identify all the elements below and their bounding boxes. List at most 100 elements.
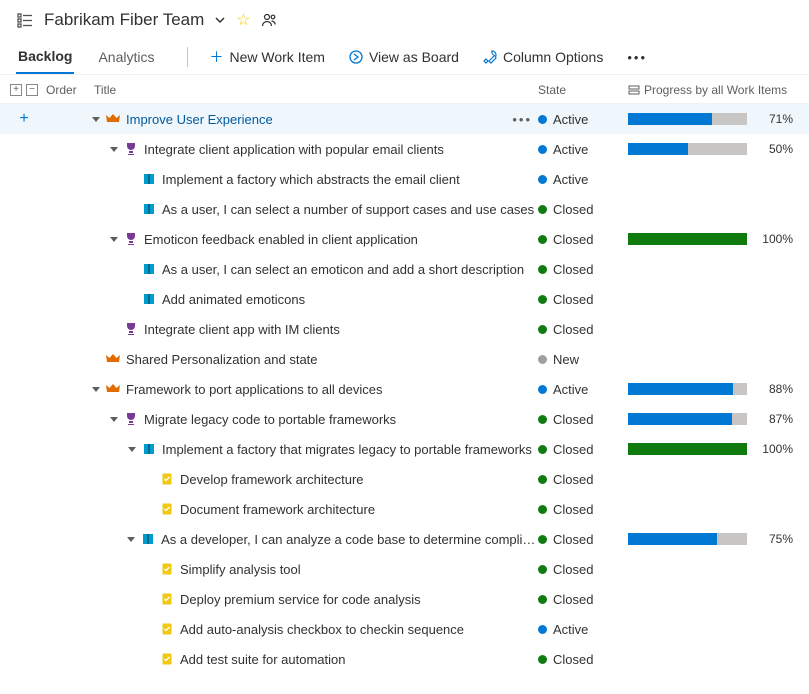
- state-dot-icon: [538, 625, 547, 634]
- backlog-row[interactable]: Framework to port applications to all de…: [0, 374, 809, 404]
- title-cell: As a user, I can select a number of supp…: [86, 202, 538, 217]
- expand-caret-icon[interactable]: [92, 117, 100, 122]
- work-item-title[interactable]: Integrate client application with popula…: [144, 142, 444, 157]
- backlog-row[interactable]: Shared Personalization and stateNew: [0, 344, 809, 374]
- people-icon[interactable]: [261, 12, 277, 28]
- expand-caret-icon[interactable]: [110, 417, 118, 422]
- expand-caret-icon[interactable]: [110, 237, 118, 242]
- backlog-row[interactable]: Implement a factory that migrates legacy…: [0, 434, 809, 464]
- work-item-title[interactable]: Implement a factory which abstracts the …: [162, 172, 460, 187]
- view-as-board-button[interactable]: View as Board: [339, 43, 469, 71]
- collapse-all-button[interactable]: −: [26, 84, 38, 96]
- state-dot-icon: [538, 535, 547, 544]
- expand-caret-icon[interactable]: [127, 537, 135, 542]
- backlog-row[interactable]: Emoticon feedback enabled in client appl…: [0, 224, 809, 254]
- more-menu-button[interactable]: •••: [617, 44, 657, 71]
- backlog-row[interactable]: Integrate client application with popula…: [0, 134, 809, 164]
- task-icon: [160, 622, 174, 636]
- wrench-icon: [483, 50, 497, 64]
- expand-caret-icon[interactable]: [128, 447, 136, 452]
- backlog-row[interactable]: Migrate legacy code to portable framewor…: [0, 404, 809, 434]
- col-header-state[interactable]: State: [538, 83, 628, 97]
- state-dot-icon: [538, 175, 547, 184]
- state-dot-icon: [538, 235, 547, 244]
- title-cell: Add test suite for automation: [86, 652, 538, 667]
- backlog-row[interactable]: Integrate client app with IM clients Clos…: [0, 314, 809, 344]
- add-child-button[interactable]: +: [19, 110, 28, 128]
- work-item-title[interactable]: Add auto-analysis checkbox to checkin se…: [180, 622, 464, 637]
- state-label: Closed: [553, 322, 593, 337]
- work-item-title[interactable]: Document framework architecture: [180, 502, 375, 517]
- expand-caret-icon[interactable]: [110, 147, 118, 152]
- work-item-title[interactable]: Framework to port applications to all de…: [126, 382, 383, 397]
- work-item-title[interactable]: As a user, I can select an emoticon and …: [162, 262, 524, 277]
- state-cell: Closed: [538, 202, 628, 217]
- progress-percent: 87%: [753, 412, 793, 426]
- backlog-row[interactable]: As a user, I can select a number of supp…: [0, 194, 809, 224]
- progress-bar: [628, 443, 747, 455]
- title-cell: Document framework architecture: [86, 502, 538, 517]
- state-dot-icon: [538, 295, 547, 304]
- state-dot-icon: [538, 415, 547, 424]
- row-context-menu-button[interactable]: •••: [506, 112, 538, 127]
- backlog-row[interactable]: As a developer, I can analyze a code bas…: [0, 524, 809, 554]
- backlog-row[interactable]: Simplify analysis tool Closed: [0, 554, 809, 584]
- backlog-row[interactable]: Add test suite for automation Closed: [0, 644, 809, 674]
- state-dot-icon: [538, 565, 547, 574]
- state-label: Closed: [553, 562, 593, 577]
- expand-all-button[interactable]: +: [10, 84, 22, 96]
- state-dot-icon: [538, 445, 547, 454]
- pbi-icon: [142, 172, 156, 186]
- feature-icon: [124, 412, 138, 426]
- work-item-title[interactable]: Simplify analysis tool: [180, 562, 301, 577]
- state-cell: Closed: [538, 472, 628, 487]
- backlog-row[interactable]: Add animated emoticonsClosed: [0, 284, 809, 314]
- backlog-row[interactable]: Develop framework architecture Closed: [0, 464, 809, 494]
- backlog-row[interactable]: Add auto-analysis checkbox to checkin se…: [0, 614, 809, 644]
- work-item-title[interactable]: Add animated emoticons: [162, 292, 305, 307]
- work-item-title[interactable]: Add test suite for automation: [180, 652, 345, 667]
- star-icon[interactable]: ☆: [236, 10, 250, 30]
- backlog-row[interactable]: As a user, I can select an emoticon and …: [0, 254, 809, 284]
- progress-cell: 100%: [628, 232, 793, 246]
- work-item-title[interactable]: Implement a factory that migrates legacy…: [162, 442, 532, 457]
- backlog-row[interactable]: Deploy premium service for code analysis…: [0, 584, 809, 614]
- progress-fill: [628, 533, 717, 545]
- state-label: Closed: [553, 472, 593, 487]
- work-item-title[interactable]: Integrate client app with IM clients: [144, 322, 340, 337]
- work-item-title[interactable]: Migrate legacy code to portable framewor…: [144, 412, 396, 427]
- expand-caret-icon[interactable]: [92, 387, 100, 392]
- state-dot-icon: [538, 145, 547, 154]
- work-item-title[interactable]: Deploy premium service for code analysis: [180, 592, 421, 607]
- work-item-title[interactable]: Improve User Experience: [126, 112, 273, 127]
- pbi-icon: [142, 202, 156, 216]
- work-item-title[interactable]: As a developer, I can analyze a code bas…: [161, 532, 538, 547]
- state-label: Active: [553, 622, 588, 637]
- tab-backlog[interactable]: Backlog: [16, 40, 74, 74]
- progress-bar: [628, 383, 747, 395]
- progress-cell: 50%: [628, 142, 793, 156]
- column-header-row: + − Order Title State Progress by all Wo…: [0, 75, 809, 104]
- team-name[interactable]: Fabrikam Fiber Team: [44, 10, 204, 30]
- col-header-progress[interactable]: Progress by all Work Items: [628, 83, 793, 97]
- new-work-item-button[interactable]: ＋ New Work Item: [200, 41, 335, 73]
- work-item-title[interactable]: Emoticon feedback enabled in client appl…: [144, 232, 418, 247]
- progress-fill: [628, 443, 747, 455]
- task-icon: [160, 502, 174, 516]
- work-item-title[interactable]: As a user, I can select a number of supp…: [162, 202, 534, 217]
- chevron-down-icon[interactable]: [214, 14, 226, 26]
- progress-percent: 88%: [753, 382, 793, 396]
- backlog-row[interactable]: Document framework architecture Closed: [0, 494, 809, 524]
- work-item-title[interactable]: Shared Personalization and state: [126, 352, 318, 367]
- tab-analytics[interactable]: Analytics: [96, 41, 156, 73]
- backlog-row[interactable]: +Improve User Experience•••Active71%: [0, 104, 809, 134]
- col-header-order[interactable]: Order: [46, 83, 94, 97]
- work-item-title[interactable]: Develop framework architecture: [180, 472, 364, 487]
- backlog-row[interactable]: Implement a factory which abstracts the …: [0, 164, 809, 194]
- col-header-title[interactable]: Title: [94, 83, 538, 97]
- progress-cell: 88%: [628, 382, 793, 396]
- title-cell: Implement a factory that migrates legacy…: [86, 442, 538, 457]
- state-label: Closed: [553, 502, 593, 517]
- column-options-button[interactable]: Column Options: [473, 43, 613, 71]
- state-cell: Closed: [538, 652, 628, 667]
